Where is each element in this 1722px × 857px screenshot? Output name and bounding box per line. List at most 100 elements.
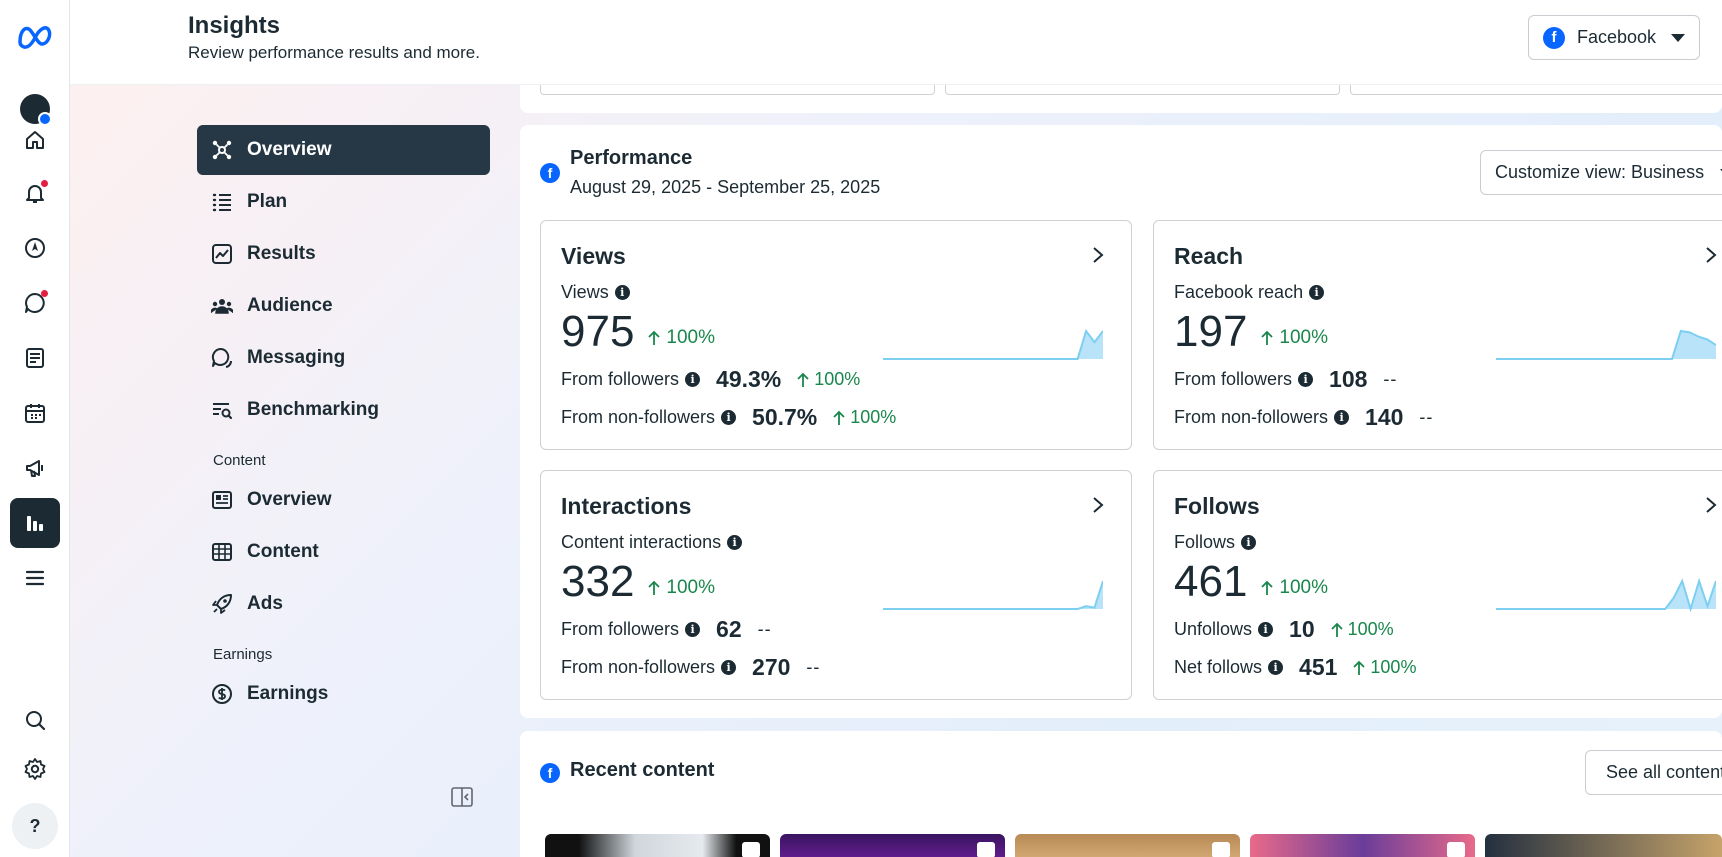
nav-item-plan[interactable]: Plan [197,177,490,227]
metric-card-follows[interactable]: Follows Follows i 461 100% Unfollows i 10 100… [1153,470,1722,700]
info-icon[interactable]: i [685,372,701,387]
row-change-text: -- [806,657,821,677]
nav-item-overview[interactable]: Overview [197,125,490,175]
benchmark-icon [213,403,233,420]
nav-group-content: Content [213,452,266,469]
dollar-icon [212,684,232,704]
chevron-right-icon[interactable] [1704,496,1718,514]
row-value: 140 [1365,404,1404,430]
content-thumbnail[interactable] [545,834,770,857]
info-icon[interactable]: i [1258,622,1274,637]
nav-item-label: Results [247,243,316,264]
metric-value: 461 100% [1174,557,1328,607]
chat-icon [211,347,233,368]
performance-title: Performance [570,147,693,169]
breakdown-row: From followers i 62 -- [561,616,772,643]
metric-value-number: 975 [561,307,635,356]
arrow-up-icon [1330,622,1343,637]
arrow-up-icon [648,330,661,345]
info-icon[interactable]: i [1268,660,1284,675]
info-icon[interactable]: i [1241,535,1257,550]
rail-insights-button[interactable] [10,498,60,548]
row-label: From non-followers [561,657,716,677]
row-label: From followers [561,369,680,389]
row-change: 100% [1353,657,1416,678]
content-thumbnail[interactable] [1015,834,1240,857]
nav-item-results[interactable]: Results [197,229,490,279]
rail-calendar-button[interactable] [10,388,60,438]
nav-item-benchmarking[interactable]: Benchmarking [197,385,490,435]
metric-label: Follows i [1174,532,1257,553]
metric-card-reach[interactable]: Reach Facebook reach i 197 100% From follo… [1153,220,1722,450]
content-thumbnail[interactable] [780,834,1005,857]
info-icon[interactable]: i [1334,410,1350,425]
info-icon[interactable]: i [614,285,630,300]
rail-inbox-button[interactable] [10,278,60,328]
nav-item-earnings[interactable]: Earnings [197,669,490,719]
newspaper-icon [212,491,232,509]
rail-compass-button[interactable] [10,223,60,273]
rail-home-button[interactable] [10,115,60,165]
chevron-right-icon[interactable] [1091,246,1105,264]
grid-icon [212,543,232,561]
info-icon[interactable]: i [721,410,737,425]
meta-logo-icon[interactable] [14,20,58,52]
arrow-up-icon [1261,330,1274,345]
rail-notifications-button[interactable] [10,168,60,218]
row-value: 49.3% [716,366,782,392]
overview-icon [212,140,232,160]
customize-view-select[interactable]: Customize view: Business [1480,150,1722,195]
row-value: 108 [1329,366,1368,392]
metric-change: 100% [648,327,715,349]
rocket-icon [212,594,232,614]
nav-item-ads[interactable]: Ads [197,579,490,629]
scrolled-panel-bottom [520,85,1722,113]
content-thumbnail[interactable] [1485,834,1722,857]
nav-item-messaging[interactable]: Messaging [197,333,490,383]
card-title: Reach [1174,243,1244,269]
nav-item-content[interactable]: Content [197,527,490,577]
info-icon[interactable]: i [685,622,701,637]
row-label: Net follows [1174,657,1263,677]
row-change-text: -- [1419,407,1434,427]
facebook-icon: f [1543,26,1565,49]
info-icon[interactable]: i [721,660,737,675]
rail-ads-button[interactable] [10,443,60,493]
info-icon[interactable]: i [1309,285,1325,300]
collapse-panel-icon[interactable] [450,785,474,809]
see-all-content-button[interactable]: See all content [1585,750,1722,795]
metric-value-number: 332 [561,557,635,606]
metric-value: 197 100% [1174,307,1328,357]
rail-posts-button[interactable] [10,333,60,383]
metric-change: 100% [1261,327,1328,349]
rail-menu-button[interactable] [10,553,60,603]
chevron-right-icon[interactable] [1704,246,1718,264]
content-thumbnail[interactable] [1250,834,1475,857]
row-value: 10 [1289,616,1315,642]
rail-settings-button[interactable] [10,744,60,794]
breakdown-row: Unfollows i 10 100% [1174,616,1394,643]
info-icon[interactable]: i [1298,372,1314,387]
metric-card-views[interactable]: Views Views i 975 100% From followers i 49.3… [540,220,1132,450]
breakdown-row: From non-followers i 270 -- [561,654,820,681]
metric-card-interactions[interactable]: Interactions Content interactions i 332 10… [540,470,1132,700]
search-icon [26,711,46,731]
card-title: Follows [1174,493,1260,519]
chevron-right-icon[interactable] [1091,496,1105,514]
platform-select[interactable]: f Facebook [1528,15,1700,60]
metric-label-text: Views [561,282,609,302]
nav-item-content-overview[interactable]: Overview [197,475,490,525]
page-title: Insights [188,12,281,39]
rail-search-button[interactable] [10,695,60,745]
metric-label: Content interactions i [561,532,743,553]
nav-item-audience[interactable]: Audience [197,281,490,331]
breakdown-row: Net follows i 451 100% [1174,654,1416,681]
customize-view-label: Customize view: Business [1495,162,1705,182]
sparkline-chart [1496,577,1716,613]
info-icon[interactable]: i [727,535,743,550]
help-button[interactable]: ? [12,803,58,849]
video-icon [1447,842,1465,857]
summary-card-stub [540,85,935,95]
menu-icon [25,570,45,586]
nav-item-label: Earnings [247,683,329,704]
